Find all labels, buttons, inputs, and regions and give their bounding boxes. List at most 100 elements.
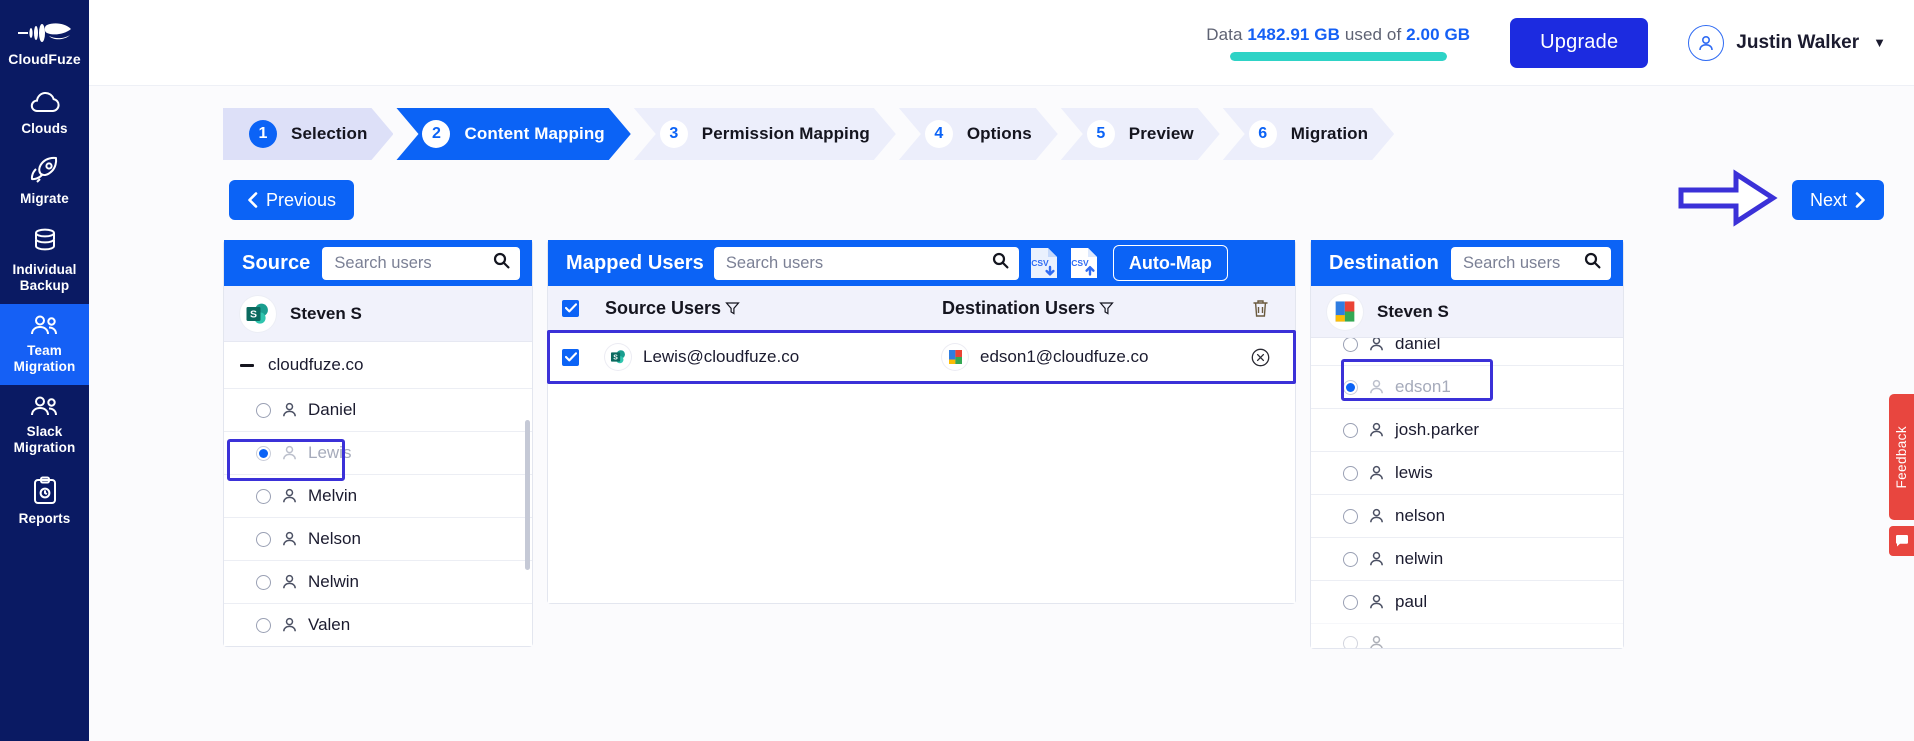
sidebar-item-clouds[interactable]: Clouds	[0, 82, 89, 147]
next-button[interactable]: Next	[1791, 180, 1884, 220]
step-options[interactable]: 4 Options	[899, 108, 1058, 160]
sidebar-item-label: Reports	[18, 510, 71, 526]
csv-download-icon[interactable]: CSV	[1029, 246, 1059, 280]
source-account-row: S Steven S	[224, 286, 532, 342]
radio-button[interactable]	[1343, 508, 1358, 524]
feedback-tab[interactable]: Feedback	[1889, 394, 1914, 520]
radio-button[interactable]	[256, 531, 271, 547]
destination-user-edson1[interactable]: edson1	[1311, 365, 1623, 408]
radio-button[interactable]	[256, 617, 271, 633]
source-user-label: Lewis	[308, 443, 352, 462]
usage-progress-bar	[1229, 51, 1447, 61]
source-user-melvin[interactable]: Melvin	[224, 474, 532, 517]
delete-all-button[interactable]	[1225, 299, 1295, 318]
google-drive-icon	[942, 344, 968, 370]
destination-account-row: Steven S	[1311, 286, 1623, 338]
step-preview[interactable]: 5 Preview	[1061, 108, 1220, 160]
trash-icon	[1252, 299, 1268, 317]
source-user-nelwin[interactable]: Nelwin	[224, 560, 532, 603]
table-row[interactable]: S Lewis@cloudfuze.co edson1@cloudfuze.co	[548, 331, 1295, 383]
select-all-checkbox[interactable]	[562, 299, 579, 317]
source-search-input[interactable]	[334, 253, 485, 273]
source-panel-title: Source	[242, 251, 311, 274]
sidebar-item-reports[interactable]: Reports	[0, 466, 89, 537]
destination-panel-header: Destination	[1311, 240, 1623, 286]
svg-text:CSV: CSV	[1031, 258, 1049, 268]
source-search-box[interactable]	[322, 246, 520, 280]
destination-user-paul[interactable]: paul	[1311, 580, 1623, 623]
destination-users-column-header[interactable]: Destination Users	[924, 298, 1225, 319]
source-user-lewis[interactable]: Lewis	[224, 431, 532, 474]
sidebar-item-migrate[interactable]: Migrate	[0, 146, 89, 217]
search-icon	[1584, 252, 1601, 274]
sidebar-item-team-migration[interactable]: Team Migration	[0, 304, 89, 386]
collapse-minus-icon[interactable]	[240, 363, 254, 367]
sidebar: CloudFuze Clouds Migrate Individual Back…	[0, 0, 89, 741]
source-user-nelson[interactable]: Nelson	[224, 517, 532, 560]
destination-user-email: edson1@cloudfuze.co	[980, 347, 1149, 366]
source-panel-header: Source	[224, 240, 532, 286]
radio-button[interactable]	[1343, 551, 1358, 567]
usage-used: 1482.91 GB	[1247, 24, 1341, 44]
radio-button[interactable]	[1343, 594, 1358, 610]
sidebar-item-individual-backup[interactable]: Individual Backup	[0, 217, 89, 304]
radio-button[interactable]	[1343, 635, 1358, 648]
destination-search-box[interactable]	[1451, 246, 1611, 280]
mapped-search-input[interactable]	[725, 253, 984, 273]
source-tree-root[interactable]: cloudfuze.co	[224, 342, 532, 388]
radio-button[interactable]	[1343, 422, 1358, 438]
auto-map-button[interactable]: Auto-Map	[1112, 245, 1228, 281]
step-label: Migration	[1290, 124, 1369, 143]
step-content-mapping[interactable]: 2 Content Mapping	[396, 108, 630, 160]
destination-search-input[interactable]	[1463, 253, 1576, 273]
destination-user-nelwin[interactable]: nelwin	[1311, 537, 1623, 580]
destination-user-nelson[interactable]: nelson	[1311, 494, 1623, 537]
step-selection[interactable]: 1 Selection	[223, 108, 393, 160]
step-migration[interactable]: 6 Migration	[1223, 108, 1394, 160]
destination-user-lewis[interactable]: lewis	[1311, 451, 1623, 494]
chat-icon[interactable]	[1889, 526, 1914, 556]
source-root-label: cloudfuze.co	[268, 355, 364, 374]
upgrade-button[interactable]: Upgrade	[1510, 17, 1649, 68]
content-area: 1 Selection 2 Content Mapping 3 Permissi…	[89, 86, 1914, 741]
radio-button[interactable]	[256, 574, 271, 590]
chevron-left-icon	[248, 192, 258, 208]
destination-user-daniel[interactable]: daniel	[1311, 338, 1623, 365]
csv-upload-icon[interactable]: CSV	[1069, 246, 1099, 280]
source-user-daniel[interactable]: Daniel	[224, 388, 532, 431]
mapped-panel-title: Mapped Users	[566, 251, 704, 274]
feedback-label: Feedback	[1894, 425, 1909, 489]
previous-button[interactable]: Previous	[229, 180, 355, 220]
destination-user-partial[interactable]	[1311, 623, 1623, 648]
sidebar-item-logo[interactable]: CloudFuze	[0, 14, 89, 82]
svg-text:CSV: CSV	[1071, 258, 1089, 268]
row-checkbox[interactable]	[562, 348, 579, 366]
radio-button[interactable]	[1343, 465, 1358, 481]
radio-button[interactable]	[1343, 379, 1358, 395]
destination-user-label: daniel	[1395, 338, 1441, 353]
step-label: Permission Mapping	[701, 124, 870, 143]
radio-button[interactable]	[256, 445, 271, 461]
user-icon	[1369, 551, 1384, 567]
filter-icon	[725, 301, 740, 315]
radio-button[interactable]	[256, 402, 271, 418]
source-user-valen[interactable]: Valen	[224, 603, 532, 646]
usage-middle: used of	[1344, 24, 1402, 44]
source-users-column-header[interactable]: Source Users	[579, 298, 924, 319]
user-icon	[1369, 508, 1384, 524]
destination-user-josh-parker[interactable]: josh.parker	[1311, 408, 1623, 451]
radio-button[interactable]	[1343, 338, 1358, 352]
sidebar-item-label: Team Migration	[13, 343, 76, 375]
radio-button[interactable]	[256, 488, 271, 504]
destination-user-label: josh.parker	[1395, 420, 1480, 439]
remove-mapping-button[interactable]	[1225, 348, 1295, 367]
step-permission-mapping[interactable]: 3 Permission Mapping	[634, 108, 896, 160]
sidebar-item-slack-migration[interactable]: Slack Migration	[0, 385, 89, 466]
svg-text:S: S	[613, 354, 618, 361]
annotation-arrow-icon	[1678, 168, 1778, 233]
mapped-search-box[interactable]	[713, 246, 1019, 280]
user-icon	[1369, 635, 1384, 648]
main-area: Data 1482.91 GB used of 2.00 GB Upgrade	[89, 0, 1914, 741]
user-profile-menu[interactable]: Justin Walker ▼	[1688, 24, 1886, 61]
source-scrollbar[interactable]	[525, 420, 530, 570]
